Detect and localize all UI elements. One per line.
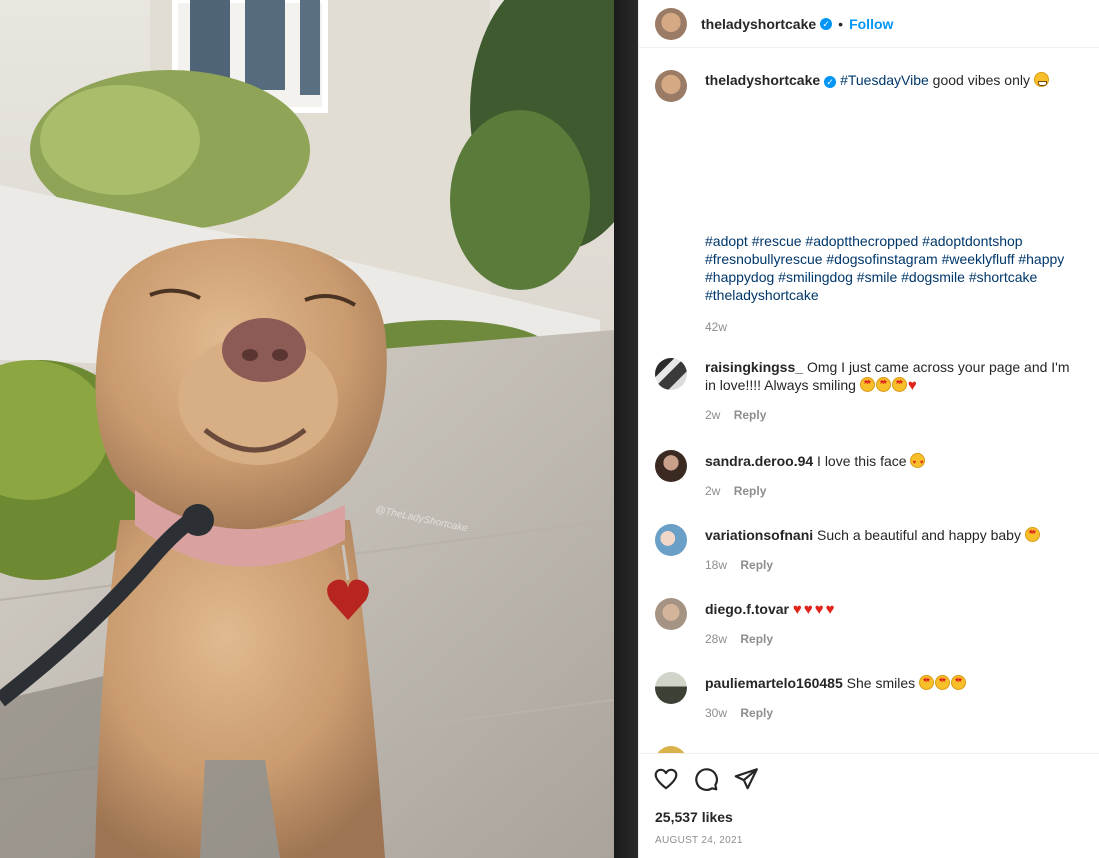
comment-row: pauliemartelo160485 She smiles 30w Reply bbox=[655, 672, 1083, 720]
dog-photo-illustration: @TheLadyShortcake bbox=[0, 0, 614, 858]
comment-row: variationsofnani Such a beautiful and ha… bbox=[655, 524, 1083, 572]
caption-body: good vibes only bbox=[928, 72, 1034, 88]
author-avatar[interactable] bbox=[655, 7, 687, 40]
comment-username[interactable]: sandra.deroo.94 bbox=[705, 453, 813, 469]
red-heart-emoji-icon: ♥ bbox=[825, 601, 835, 618]
commenter-avatar[interactable] bbox=[655, 746, 687, 753]
comment-body: I love this face bbox=[817, 453, 907, 469]
caption-hashtag[interactable]: #TuesdayVibe bbox=[840, 72, 929, 88]
commenter-avatar[interactable] bbox=[655, 358, 687, 390]
comments-list[interactable]: theladyshortcake ✓ #TuesdayVibe good vibe… bbox=[639, 60, 1099, 753]
comment-text: sandra.deroo.94 I love this face bbox=[705, 452, 926, 472]
header-separator: • bbox=[838, 15, 844, 32]
author-avatar[interactable] bbox=[655, 70, 687, 102]
caption-time: 42w bbox=[705, 320, 728, 334]
share-icon[interactable] bbox=[733, 766, 759, 792]
star-struck-emoji-icon bbox=[951, 675, 966, 690]
comment-row: diego.f.tovar ♥ ♥ ♥ ♥ 28w Reply bbox=[655, 598, 1083, 646]
follow-button[interactable]: Follow bbox=[849, 16, 893, 32]
comment-row: raisingkingss_ Omg I just came across yo… bbox=[655, 358, 1083, 422]
star-struck-emoji-icon bbox=[1024, 527, 1040, 542]
red-heart-emoji-icon: ♥ bbox=[907, 377, 917, 394]
comment-icon[interactable] bbox=[693, 766, 719, 792]
commenter-avatar[interactable] bbox=[655, 672, 687, 704]
red-heart-emoji-icon: ♥ bbox=[792, 601, 802, 618]
comment-time: 18w bbox=[705, 558, 728, 572]
photo-edge-strip bbox=[614, 0, 638, 858]
post-date: August 24, 2021 bbox=[655, 835, 743, 846]
star-struck-emoji-icon bbox=[935, 675, 950, 690]
star-struck-emoji-icon bbox=[919, 675, 934, 690]
post-header: theladyshortcake ✓ • Follow bbox=[639, 0, 1099, 48]
commenter-avatar[interactable] bbox=[655, 450, 687, 482]
likes-count[interactable]: 25,537 likes bbox=[655, 809, 733, 825]
post-detail-panel: theladyshortcake ✓ • Follow theladyshort… bbox=[638, 0, 1099, 858]
comment-row: sandra.deroo.94 I love this face 2w Repl… bbox=[655, 450, 1083, 498]
grin-emoji-icon bbox=[1033, 72, 1049, 87]
commenter-avatar[interactable] bbox=[655, 598, 687, 630]
star-struck-emoji-icon bbox=[891, 377, 907, 392]
comment-time: 2w bbox=[705, 484, 721, 498]
reply-button[interactable]: Reply bbox=[740, 558, 773, 572]
comment-text: variationsofnani Such a beautiful and ha… bbox=[705, 526, 1041, 544]
reply-button[interactable]: Reply bbox=[740, 706, 773, 720]
comment-text: pauliemartelo160485 She smiles bbox=[705, 674, 967, 692]
heart-icon[interactable] bbox=[653, 766, 679, 792]
comment-username[interactable]: variationsofnani bbox=[705, 527, 813, 543]
smiling-hearts-emoji-icon bbox=[910, 453, 926, 472]
verified-badge-icon: ✓ bbox=[824, 76, 837, 88]
post-photo[interactable]: @TheLadyShortcake bbox=[0, 0, 614, 858]
comment-username[interactable]: raisingkingss_ bbox=[705, 359, 803, 375]
author-username[interactable]: theladyshortcake bbox=[701, 16, 816, 32]
star-struck-emoji-icon bbox=[875, 377, 891, 392]
comment-text: raisingkingss_ Omg I just came across yo… bbox=[705, 358, 1075, 394]
comment-body: Such a beautiful and happy baby bbox=[817, 527, 1021, 543]
commenter-avatar[interactable] bbox=[655, 524, 687, 556]
comment-username[interactable]: diego.f.tovar bbox=[705, 601, 789, 617]
caption-username[interactable]: theladyshortcake bbox=[705, 72, 820, 88]
caption-row: theladyshortcake ✓ #TuesdayVibe good vibe… bbox=[655, 70, 1083, 334]
reply-button[interactable]: Reply bbox=[734, 408, 767, 422]
comment-time: 30w bbox=[705, 706, 728, 720]
caption-tags[interactable]: #adopt #rescue #adoptthecropped #adoptdo… bbox=[705, 232, 1075, 304]
comment-time: 2w bbox=[705, 408, 721, 422]
comment-text: diego.f.tovar ♥ ♥ ♥ ♥ bbox=[705, 600, 837, 618]
post-actions: 25,537 likes August 24, 2021 bbox=[639, 753, 1099, 858]
red-heart-emoji-icon: ♥ bbox=[814, 601, 824, 618]
reply-button[interactable]: Reply bbox=[740, 632, 773, 646]
red-heart-emoji-icon: ♥ bbox=[803, 601, 813, 618]
caption-text: theladyshortcake ✓ #TuesdayVibe good vibe… bbox=[705, 71, 1075, 89]
comment-time: 28w bbox=[705, 632, 728, 646]
verified-badge-icon: ✓ bbox=[820, 17, 833, 30]
star-struck-emoji-icon bbox=[859, 377, 875, 392]
comment-body: She smiles bbox=[846, 675, 916, 691]
comment-username[interactable]: pauliemartelo160485 bbox=[705, 675, 843, 691]
reply-button[interactable]: Reply bbox=[734, 484, 767, 498]
